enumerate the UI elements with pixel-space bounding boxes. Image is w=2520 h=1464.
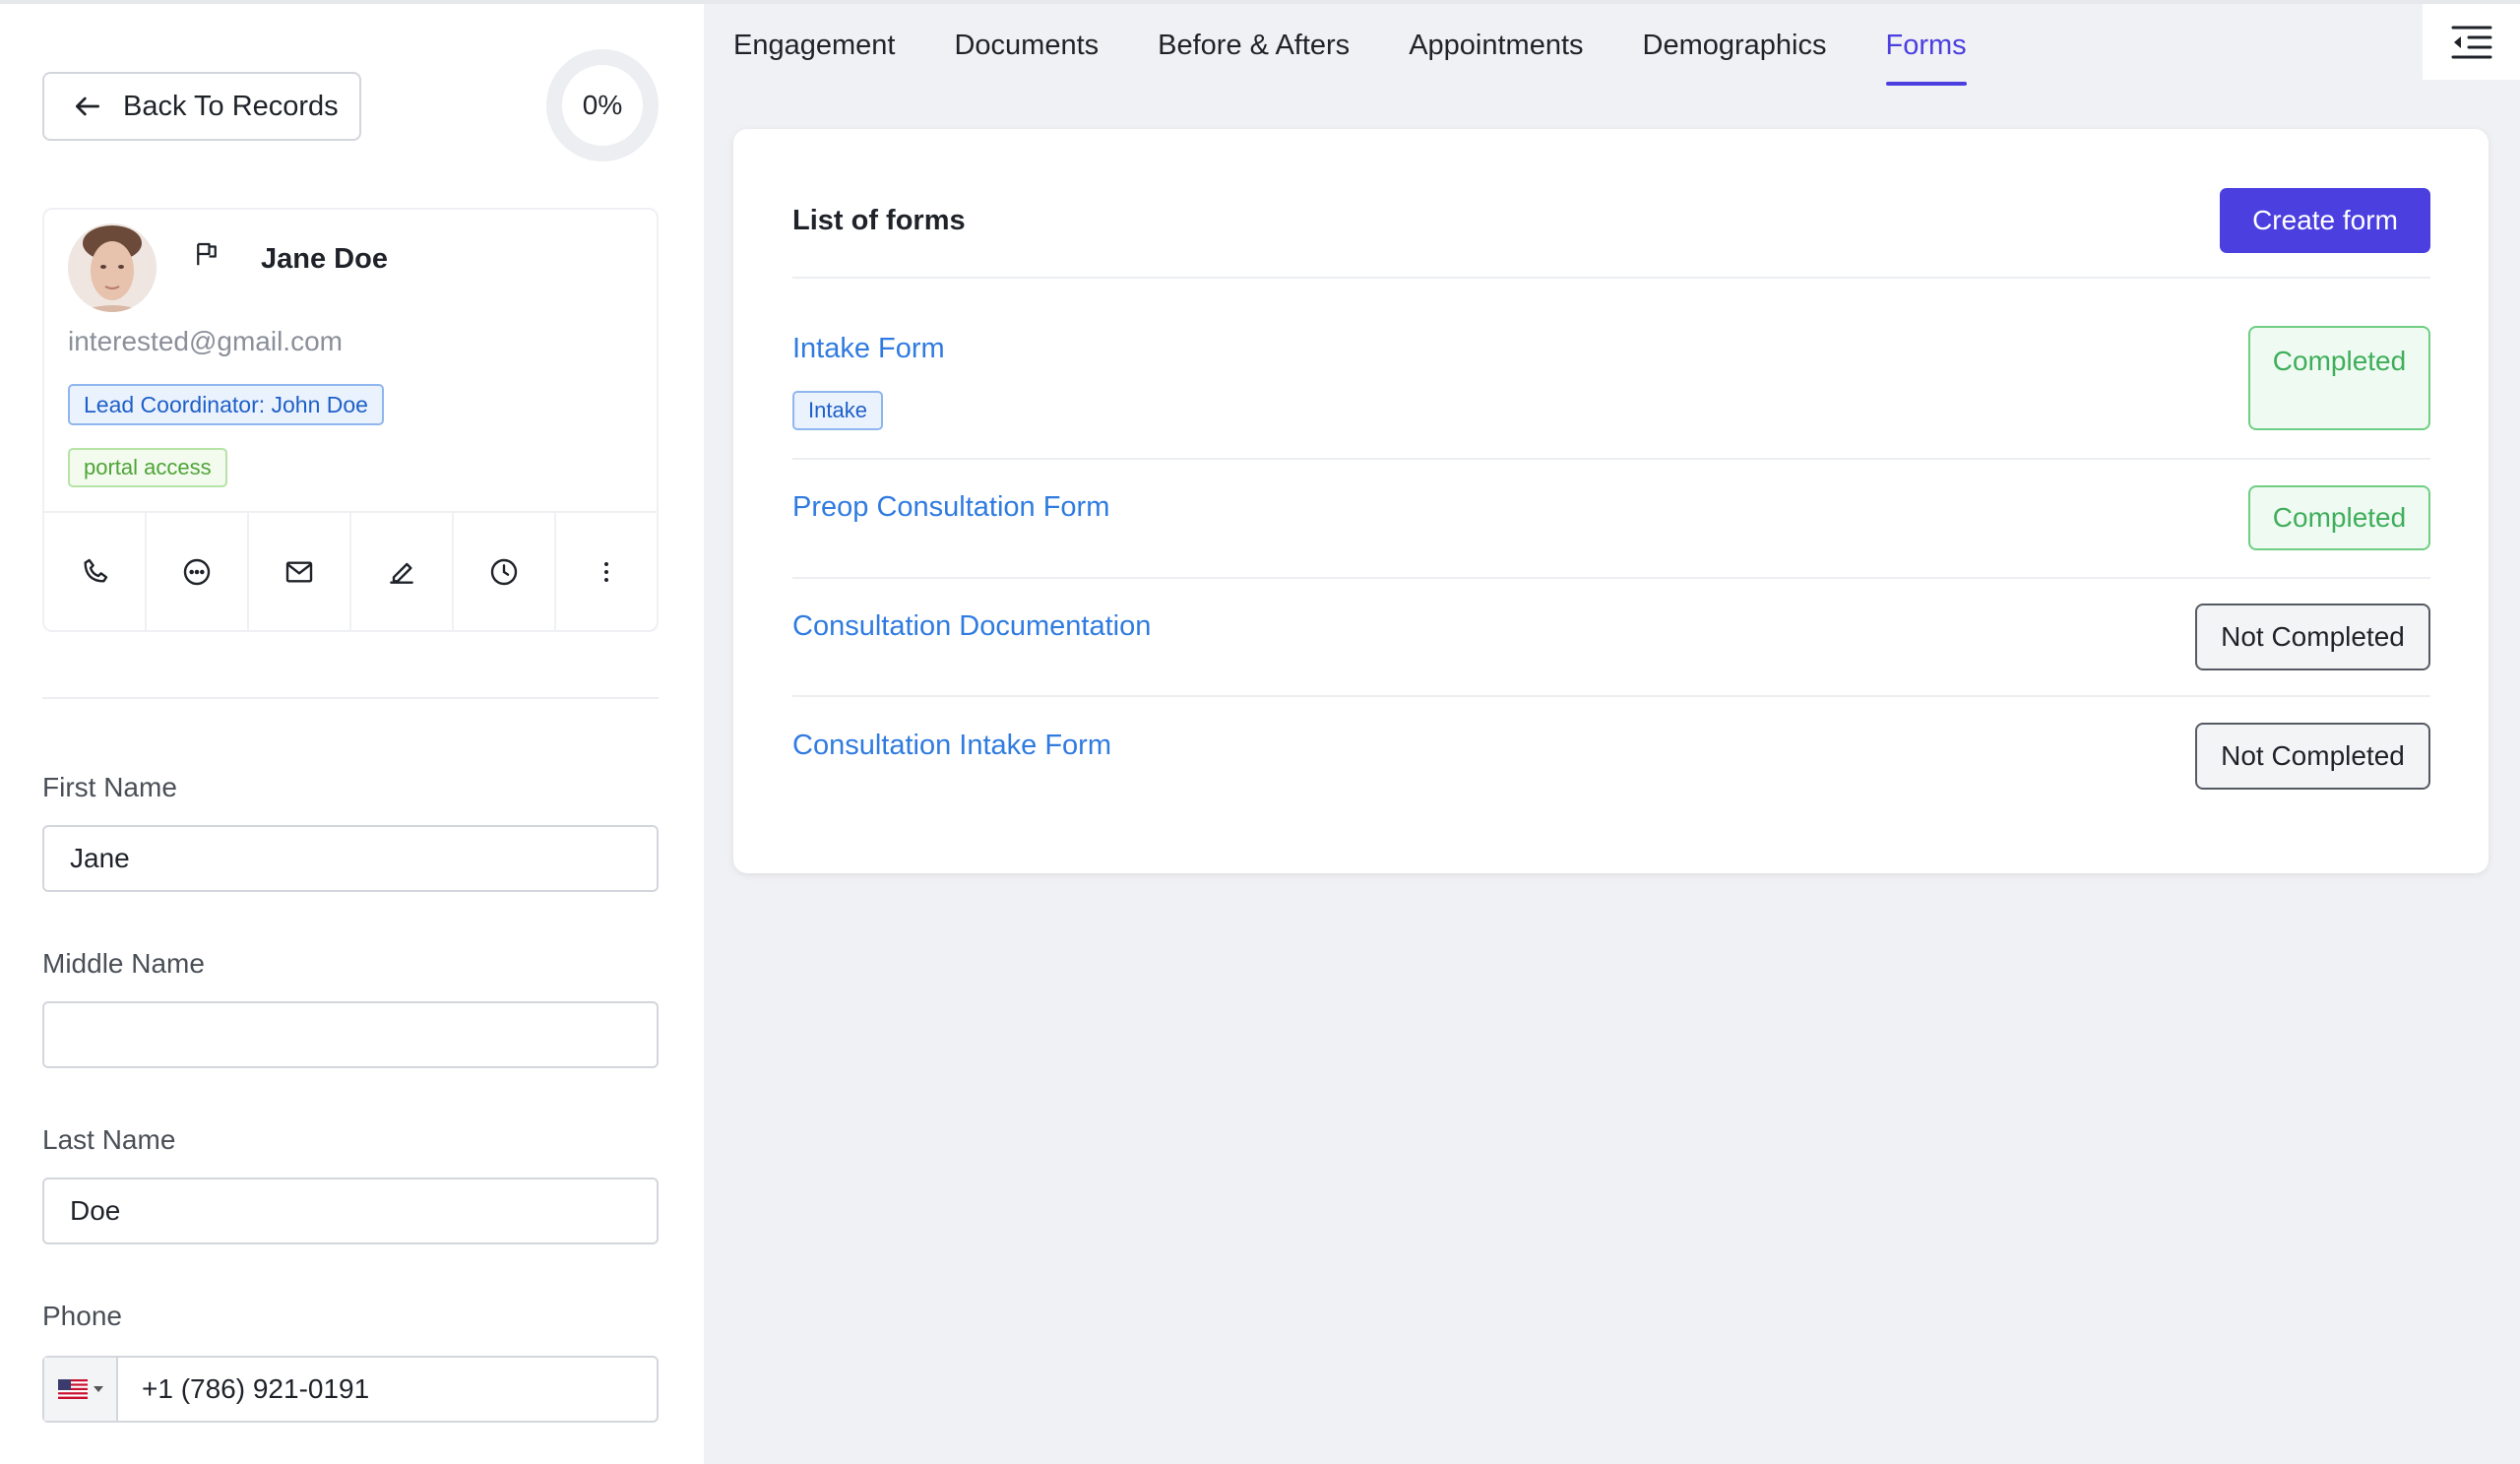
country-code-select[interactable] [44, 1358, 118, 1421]
back-to-records-button[interactable]: Back To Records [42, 72, 361, 141]
menu-collapse-icon [2451, 26, 2491, 58]
phone-label: Phone [42, 1301, 122, 1331]
last-name-label: Last Name [42, 1124, 176, 1155]
portal-access-tag: portal access [68, 448, 227, 487]
chevron-down-icon [93, 1386, 103, 1392]
tab-documents[interactable]: Documents [954, 30, 1099, 86]
middle-name-field[interactable] [42, 1001, 659, 1068]
profile-card: Jane Doe interested@gmail.com Lead Coord… [42, 208, 659, 632]
avatar[interactable] [68, 223, 157, 312]
mail-icon [285, 561, 313, 583]
section-divider [42, 697, 659, 699]
flag-icon[interactable] [192, 239, 221, 269]
row-divider [792, 458, 2430, 460]
forms-list-card: List of forms Create form Intake Form In… [733, 129, 2488, 873]
first-name-field[interactable] [42, 825, 659, 892]
coordinator-tag: Lead Coordinator: John Doe [68, 384, 384, 425]
more-vertical-icon [604, 562, 608, 582]
row-divider [792, 577, 2430, 579]
quick-actions-bar [44, 513, 657, 631]
record-tabs: Engagement Documents Before & Afters App… [733, 30, 2026, 86]
phone-icon [84, 558, 108, 583]
tab-before-afters[interactable]: Before & Afters [1158, 30, 1350, 86]
tab-engagement[interactable]: Engagement [733, 30, 895, 86]
last-name-field[interactable] [42, 1178, 659, 1244]
status-badge-not-completed[interactable]: Not Completed [2195, 604, 2430, 670]
tab-appointments[interactable]: Appointments [1409, 30, 1583, 86]
status-badge-not-completed[interactable]: Not Completed [2195, 723, 2430, 790]
middle-name-label: Middle Name [42, 948, 205, 979]
us-flag-icon [57, 1379, 88, 1399]
call-action[interactable] [44, 513, 147, 631]
contact-sidebar: Back To Records 0% Jane Doe interested@g… [0, 4, 704, 1464]
arrow-left-icon [76, 96, 99, 116]
phone-field [42, 1356, 659, 1423]
message-action[interactable] [147, 513, 249, 631]
edit-action[interactable] [351, 513, 454, 631]
tab-forms[interactable]: Forms [1885, 30, 1967, 86]
avatar-image [68, 223, 157, 312]
form-link-intake[interactable]: Intake Form [792, 333, 945, 365]
form-link-consultation-documentation[interactable]: Consultation Documentation [792, 610, 1151, 643]
first-name-label: First Name [42, 772, 177, 802]
edit-icon [390, 562, 413, 584]
email-action[interactable] [249, 513, 351, 631]
tab-demographics[interactable]: Demographics [1643, 30, 1827, 86]
history-action[interactable] [454, 513, 556, 631]
progress-value: 0% [582, 90, 623, 120]
clock-icon [490, 558, 518, 586]
create-form-button[interactable]: Create form [2220, 188, 2430, 253]
form-link-preop-consultation[interactable]: Preop Consultation Form [792, 491, 1109, 524]
row-divider [792, 277, 2430, 279]
forms-list-title: List of forms [792, 205, 966, 236]
more-action[interactable] [556, 513, 657, 631]
form-category-tag: Intake [792, 391, 883, 430]
back-button-label: Back To Records [123, 90, 339, 122]
phone-input[interactable] [118, 1358, 657, 1421]
form-link-consultation-intake[interactable]: Consultation Intake Form [792, 730, 1111, 762]
collapse-menu-button[interactable] [2423, 4, 2520, 80]
completion-progress-ring: 0% [546, 49, 659, 161]
chat-icon [183, 558, 211, 586]
contact-name: Jane Doe [261, 243, 388, 275]
status-badge-completed[interactable]: Completed [2248, 326, 2430, 430]
status-badge-completed[interactable]: Completed [2248, 485, 2430, 550]
row-divider [792, 695, 2430, 697]
contact-email: interested@gmail.com [68, 326, 343, 356]
